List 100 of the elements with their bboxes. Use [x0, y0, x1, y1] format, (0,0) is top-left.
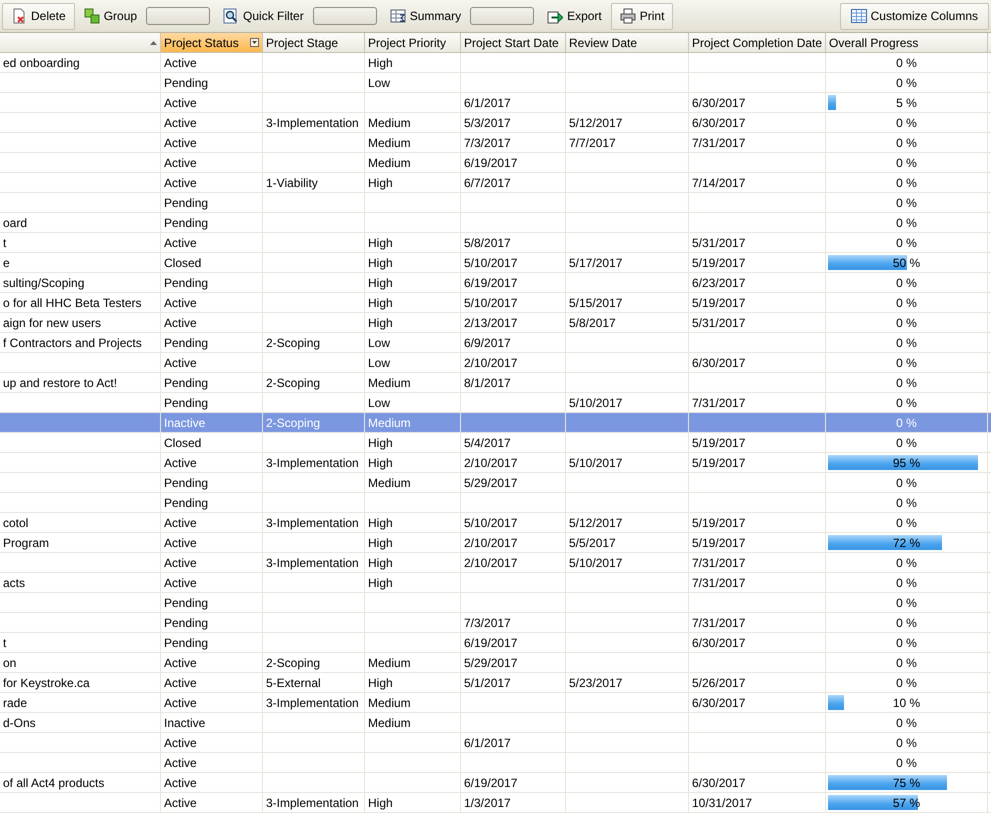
table-cell: Medium — [368, 416, 411, 430]
table-row[interactable]: Pending 0 % — [0, 593, 991, 613]
progress-reading: 0 % — [896, 516, 917, 530]
printer-icon — [620, 8, 636, 24]
table-cell: 5/10/2017 — [464, 516, 518, 530]
table-row[interactable]: Active 6/1/2017 6/30/2017 5 % — [0, 93, 991, 113]
table-row[interactable]: on Active 2-Scoping Medium 5/29/2017 0 % — [0, 653, 991, 673]
table-row[interactable]: oard Pending 0 % — [0, 213, 991, 233]
table-cell: 6/30/2017 — [692, 356, 746, 370]
table-cell: Pending — [164, 196, 208, 210]
table-row[interactable]: Pending 0 % — [0, 493, 991, 513]
input-field[interactable] — [146, 7, 210, 25]
table-row[interactable]: rade Active 3-Implementation Medium 6/30/2017 10 % — [0, 693, 991, 713]
table-row[interactable]: Active 3-Implementation High 2/10/2017 5/10/2017 7/31/2017 0 % — [0, 553, 991, 573]
table-cell: Active — [164, 556, 197, 570]
table-row[interactable]: Pending Low 0 % — [0, 73, 991, 93]
table-cell: Active — [164, 296, 197, 310]
table-row[interactable]: Active 3-Implementation High 2/10/2017 5/10/2017 5/19/2017 95 % — [0, 453, 991, 473]
table-row[interactable]: Active 0 % — [0, 753, 991, 773]
table-cell: 6/19/2017 — [464, 636, 518, 650]
toolbar-button[interactable]: Delete — [2, 2, 75, 30]
table-cell: 6/30/2017 — [692, 116, 746, 130]
table-cell: 3-Implementation — [266, 796, 359, 810]
progress-reading: 75 % — [892, 776, 920, 790]
table-row[interactable]: o for all HHC Beta Testers Active High 5/10/2017 5/15/2017 5/19/2017 0 % — [0, 293, 991, 313]
progress-reading: 0 % — [896, 56, 917, 70]
table-row[interactable]: Pending 7/3/2017 7/31/2017 0 % — [0, 613, 991, 633]
table-row[interactable]: f Contractors and Projects Pending 2-Scoping Low 6/9/2017 0 % — [0, 333, 991, 353]
table-row[interactable]: Pending 0 % — [0, 193, 991, 213]
table-cell: High — [368, 236, 393, 250]
table-cell: Pending — [164, 376, 208, 390]
column-header[interactable]: Project Completion Date — [689, 33, 826, 52]
table-row[interactable]: t Pending 6/19/2017 6/30/2017 0 % — [0, 633, 991, 653]
toolbar-button[interactable]: Print — [610, 2, 674, 30]
table-cell: 5/19/2017 — [692, 516, 746, 530]
column-header[interactable]: Project Priority — [365, 33, 461, 52]
table-row[interactable]: Active Low 2/10/2017 6/30/2017 0 % — [0, 353, 991, 373]
table-cell: Active — [164, 676, 197, 690]
table-cell: 6/30/2017 — [692, 636, 746, 650]
progress-reading: 0 % — [896, 416, 917, 430]
toolbar-button[interactable]: Summary — [380, 2, 470, 30]
input-field[interactable] — [470, 7, 534, 25]
progress-reading: 0 % — [896, 436, 917, 450]
table-cell: 6/30/2017 — [692, 96, 746, 110]
table-cell: 3-Implementation — [266, 696, 359, 710]
table-cell: 5/3/2017 — [464, 116, 511, 130]
table-cell: 6/30/2017 — [692, 776, 746, 790]
column-header[interactable]: Project Stage — [263, 33, 365, 52]
table-cell: Pending — [164, 76, 208, 90]
table-row[interactable]: of all Act4 products Active 6/19/2017 6/30/2017 75 % — [0, 773, 991, 793]
column-header[interactable]: Review Date — [566, 33, 689, 52]
table-cell: 1-Viability — [266, 176, 318, 190]
column-header[interactable]: Overall Progress — [826, 33, 988, 52]
table-row[interactable]: sulting/Scoping Pending High 6/19/2017 6/23/2017 0 % — [0, 273, 991, 293]
table-row[interactable]: Active 3-Implementation Medium 5/3/2017 5/12/2017 6/30/2017 0 % — [0, 113, 991, 133]
table-cell: 5/19/2017 — [692, 436, 746, 450]
table-row[interactable]: Closed High 5/4/2017 5/19/2017 0 % — [0, 433, 991, 453]
table-cell: 6/19/2017 — [464, 276, 518, 290]
table-cell: on — [3, 656, 16, 670]
table-row[interactable]: Active 1-Viability High 6/7/2017 7/14/2017 0 % — [0, 173, 991, 193]
toolbar-button[interactable]: Export — [538, 2, 611, 30]
toolbar-button[interactable]: Quick Filter — [214, 2, 313, 30]
table-cell: d-Ons — [3, 716, 36, 730]
table-row[interactable]: e Closed High 5/10/2017 5/17/2017 5/19/2017 50 % — [0, 253, 991, 273]
table-row[interactable]: d-Ons Inactive Medium 0 % — [0, 713, 991, 733]
table-row[interactable]: aign for new users Active High 2/13/2017 5/8/2017 5/31/2017 0 % — [0, 313, 991, 333]
toolbar-button[interactable]: Group — [74, 2, 146, 30]
table-row[interactable]: cotol Active 3-Implementation High 5/10/2017 5/12/2017 5/19/2017 0 % — [0, 513, 991, 533]
table-row[interactable]: Active 6/1/2017 0 % — [0, 733, 991, 753]
table-cell: 2/10/2017 — [464, 556, 518, 570]
table-cell: High — [368, 456, 393, 470]
customize-columns-button[interactable]: Customize Columns — [840, 2, 989, 30]
table-row[interactable]: Active Medium 7/3/2017 7/7/2017 7/31/2017 0 % — [0, 133, 991, 153]
table-cell: Medium — [368, 656, 411, 670]
column-header[interactable]: Project Status — [161, 33, 263, 52]
sort-ascending-icon[interactable] — [150, 40, 157, 44]
table-row[interactable]: ed onboarding Active High 0 % — [0, 53, 991, 73]
progress-reading: 0 % — [896, 556, 917, 570]
table-cell: 2/10/2017 — [464, 356, 518, 370]
table-cell: High — [368, 536, 393, 550]
table-cell: 3-Implementation — [266, 556, 359, 570]
table-row[interactable]: for Keystroke.ca Active 5-External High 5/1/2017 5/23/2017 5/26/2017 0 % — [0, 673, 991, 693]
input-field[interactable] — [312, 7, 377, 25]
table-cell: for Keystroke.ca — [3, 676, 90, 690]
table-cell: Medium — [368, 476, 411, 490]
table-cell: 10/31/2017 — [692, 796, 752, 810]
table-row[interactable]: Active Medium 6/19/2017 0 % — [0, 153, 991, 173]
table-cell: Active — [164, 96, 197, 110]
table-row[interactable]: Pending Medium 5/29/2017 0 % — [0, 473, 991, 493]
table-cell: acts — [3, 576, 26, 590]
table-row[interactable]: t Active High 5/8/2017 5/31/2017 0 % — [0, 233, 991, 253]
table-cell: t — [3, 636, 6, 650]
progress-reading: 0 % — [896, 296, 917, 310]
table-cell: Low — [368, 76, 390, 90]
filter-icon[interactable] — [250, 38, 259, 47]
table-row[interactable]: acts Active High 7/31/2017 0 % — [0, 573, 991, 593]
table-row[interactable]: up and restore to Act! Pending 2-Scoping Medium 8/1/2017 0 % — [0, 373, 991, 393]
table-cell: Active — [164, 316, 197, 330]
table-row[interactable]: Program Active High 2/10/2017 5/5/2017 5/19/2017 72 % — [0, 533, 991, 553]
column-header[interactable]: Project Start Date — [461, 33, 566, 52]
